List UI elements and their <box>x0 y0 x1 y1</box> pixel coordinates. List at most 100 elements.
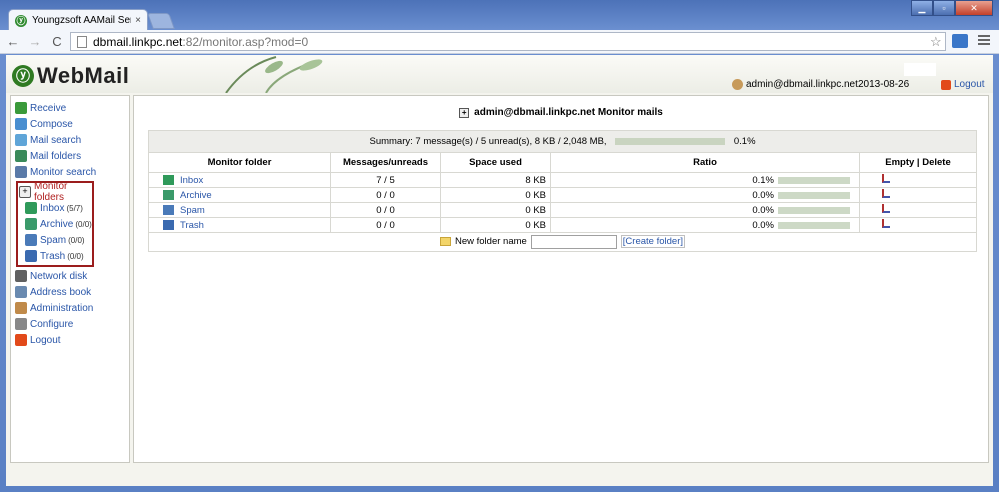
sidebar-item-label: Monitor folders <box>34 181 68 203</box>
ratio-cell: 0.0% <box>550 202 860 218</box>
sidebar-item-receive[interactable]: Receive <box>11 100 129 116</box>
sidebar-subitem-label: Inbox <box>40 202 65 214</box>
ratio-cell: 0.0% <box>550 217 860 233</box>
empty-delete-icon[interactable] <box>882 189 890 198</box>
sidebar-subitem-spam[interactable]: Spam (0/0) <box>18 232 92 248</box>
logo-icon: ⓨ <box>12 65 34 87</box>
empty-delete-cell <box>859 217 977 233</box>
new-folder-cell: New folder name [Create folder] <box>148 232 977 252</box>
address-bar[interactable]: dbmail.linkpc.net :82/monitor.asp?mod=0 <box>70 32 946 51</box>
ratio-text: 0.1% <box>752 174 774 186</box>
monitor-plus-icon: + <box>459 107 470 118</box>
new-folder-input[interactable] <box>530 234 617 249</box>
messages-cell: 0 / 0 <box>330 187 441 203</box>
ratio-bar <box>778 191 850 199</box>
sidebar-item-administration[interactable]: Administration <box>11 300 129 316</box>
sidebar-subitem-archive[interactable]: Archive (0/0) <box>18 216 92 232</box>
forward-icon[interactable]: → <box>26 34 44 49</box>
user-icon <box>732 79 743 90</box>
logout-icon <box>941 79 951 90</box>
back-icon[interactable]: ← <box>4 34 22 49</box>
header-logout-link[interactable]: Logout <box>941 79 985 90</box>
close-window-button[interactable]: ✕ <box>955 0 993 16</box>
ratio-text: 0.0% <box>752 204 774 216</box>
mail-folders-icon <box>15 150 27 162</box>
sidebar-item-mail-folders[interactable]: Mail folders <box>11 148 129 164</box>
folder-link[interactable]: Archive <box>180 190 212 201</box>
sidebar-subitem-count: (5/7) <box>66 203 83 213</box>
address-book-icon <box>15 286 27 298</box>
folder-link[interactable]: Spam <box>180 205 205 216</box>
receive-icon <box>15 102 27 114</box>
ratio-cell: 0.0% <box>550 187 860 203</box>
browser-tab[interactable]: ⓨ Youngzsoft AAMail Server × <box>8 9 148 31</box>
header-logout-label: Logout <box>954 79 985 90</box>
sidebar-item-label: Mail search <box>30 134 82 146</box>
folder-link[interactable]: Trash <box>180 220 204 231</box>
folder-link[interactable]: Inbox <box>180 175 203 186</box>
sidebar-item-logout[interactable]: Logout <box>11 332 129 348</box>
sidebar-item-label: Configure <box>30 318 74 330</box>
menu-icon[interactable] <box>978 35 990 47</box>
table-row: Archive 0 / 00 KB 0.0% <box>148 187 977 203</box>
sidebar-subitem-label: Spam <box>40 234 67 246</box>
sidebar-item-configure[interactable]: Configure <box>11 316 129 332</box>
network-disk-icon <box>15 270 27 282</box>
sidebar-item-address-book[interactable]: Address book <box>11 284 129 300</box>
empty-delete-icon[interactable] <box>882 219 890 228</box>
col-messages: Messages/unreads <box>330 152 441 173</box>
minimize-button[interactable]: ▁ <box>911 0 933 16</box>
maximize-button[interactable]: ▫ <box>933 0 955 16</box>
logout-icon <box>15 334 27 346</box>
sidebar-subitem-label: Trash <box>40 250 66 262</box>
sidebar-subitem-label: Archive <box>40 218 74 230</box>
summary-usage-bar <box>615 137 726 145</box>
trash-folder-icon <box>25 250 37 262</box>
space-cell: 0 KB <box>440 217 551 233</box>
window-controls: ▁ ▫ ✕ <box>911 0 993 16</box>
page-title-text: admin@dbmail.linkpc.net Monitor mails <box>474 107 663 118</box>
messages-cell: 0 / 0 <box>330 217 441 233</box>
summary-percent: 0.1% <box>733 136 756 147</box>
col-monitor-folder: Monitor folder <box>148 152 331 173</box>
summary-cell: Summary: 7 message(s) / 5 unread(s), 8 K… <box>148 130 977 153</box>
sidebar-item-label: Address book <box>30 286 92 298</box>
space-cell: 8 KB <box>440 172 551 188</box>
url-host: dbmail.linkpc.net <box>93 34 183 49</box>
sidebar-subitem-count: (0/0) <box>68 235 85 245</box>
folder-icon <box>163 175 174 185</box>
empty-delete-cell <box>859 187 977 203</box>
favicon-icon: ⓨ <box>15 14 27 27</box>
leaf-decoration-icon <box>225 56 323 93</box>
empty-delete-icon[interactable] <box>882 204 890 213</box>
url-path: :82/monitor.asp?mod=0 <box>182 34 309 49</box>
create-folder-button[interactable]: [Create folder] <box>620 235 685 249</box>
col-space: Space used <box>440 152 551 173</box>
sidebar-item-monitor-folders[interactable]: + Monitor folders <box>18 181 92 203</box>
sidebar-item-label: Compose <box>30 118 73 130</box>
new-folder-row: New folder name [Create folder] <box>148 232 977 252</box>
sidebar-item-network-disk[interactable]: Network disk <box>11 268 129 284</box>
plus-box-icon: + <box>19 186 31 198</box>
ratio-bar <box>778 221 850 229</box>
empty-delete-icon[interactable] <box>882 174 890 183</box>
table-row: Trash 0 / 00 KB 0.0% <box>148 217 977 233</box>
folder-icon <box>439 237 451 247</box>
administration-icon <box>15 302 27 314</box>
sidebar-item-mail-search[interactable]: Mail search <box>11 132 129 148</box>
tab-close-icon[interactable]: × <box>135 15 141 26</box>
summary-row: Summary: 7 message(s) / 5 unread(s), 8 K… <box>148 130 977 153</box>
sidebar-item-compose[interactable]: Compose <box>11 116 129 132</box>
extension-icon[interactable] <box>952 34 968 48</box>
reload-icon[interactable]: C <box>48 34 66 49</box>
sidebar: Receive Compose Mail search Mail folders Mon… <box>10 95 130 463</box>
sidebar-item-monitor-search[interactable]: Monitor search <box>11 164 129 180</box>
folder-icon <box>163 190 174 200</box>
folder-cell: Spam <box>148 202 331 218</box>
new-tab-button[interactable] <box>147 13 175 29</box>
sidebar-subitem-trash[interactable]: Trash (0/0) <box>18 248 92 264</box>
page-title: + admin@dbmail.linkpc.net Monitor mails <box>134 107 988 118</box>
bookmark-star-icon[interactable]: ☆ <box>930 34 942 50</box>
folder-icon <box>163 220 174 230</box>
ratio-text: 0.0% <box>752 189 774 201</box>
